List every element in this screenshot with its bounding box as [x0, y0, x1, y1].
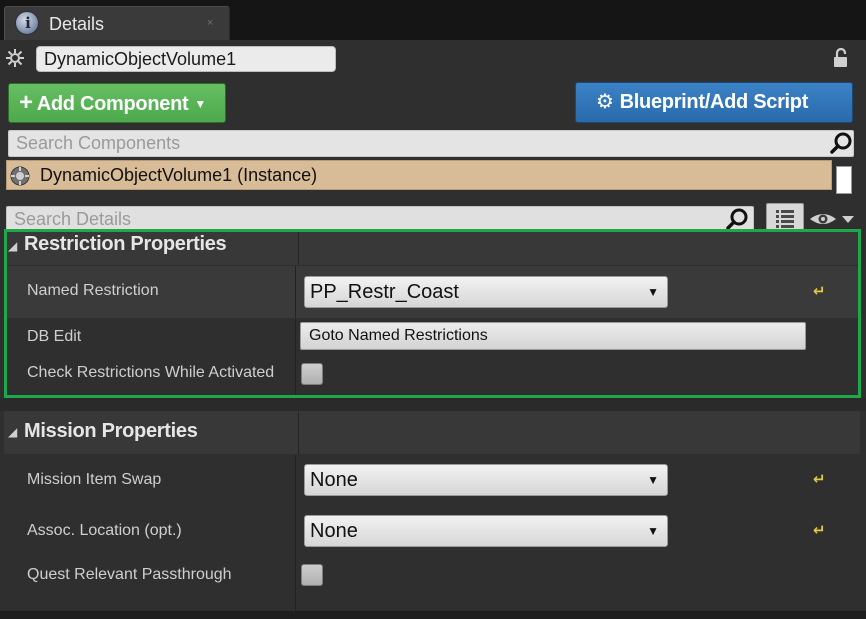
property-label: Assoc. Location (opt.): [27, 522, 182, 539]
assoc-location-dropdown[interactable]: None ▼: [304, 515, 668, 547]
chevron-down-icon: ▼: [647, 285, 659, 299]
instance-label: DynamicObjectVolume1 (Instance): [40, 165, 318, 185]
reset-to-default-icon[interactable]: ↵: [813, 470, 826, 488]
reset-to-default-icon[interactable]: ↵: [813, 282, 826, 300]
search-components-input[interactable]: Search Components: [8, 130, 854, 157]
property-label: Mission Item Swap: [27, 471, 162, 488]
dropdown-value: PP_Restr_Coast: [310, 281, 459, 303]
chevron-down-icon: ▼: [647, 473, 659, 487]
reset-to-default-icon[interactable]: ↵: [813, 521, 826, 539]
actor-icon: [6, 49, 24, 67]
dropdown-value: None: [310, 469, 358, 491]
property-label: Quest Relevant Passthrough: [27, 566, 232, 583]
category-title: Mission Properties: [24, 420, 198, 442]
collapse-arrow-icon[interactable]: ◢: [8, 425, 17, 439]
add-component-button[interactable]: + Add Component ▼: [8, 83, 226, 123]
tab-details[interactable]: i Details ×: [4, 6, 230, 40]
component-instance-row[interactable]: DynamicObjectVolume1 (Instance): [6, 160, 832, 190]
eye-icon[interactable]: [808, 207, 858, 231]
actor-name-field[interactable]: DynamicObjectVolume1: [36, 46, 336, 72]
actor-icon: [10, 166, 30, 186]
quest-relevant-checkbox[interactable]: [301, 564, 323, 586]
info-icon: i: [15, 11, 39, 35]
gear-icon: ⚙: [596, 91, 614, 113]
property-label: Check Restrictions While Activated: [27, 364, 275, 381]
property-label: DB Edit: [27, 328, 82, 345]
search-icon[interactable]: [829, 130, 855, 156]
check-restrictions-checkbox[interactable]: [301, 363, 323, 385]
blueprint-add-script-button[interactable]: ⚙ Blueprint/Add Script: [575, 82, 853, 123]
named-restriction-dropdown[interactable]: PP_Restr_Coast ▼: [304, 276, 668, 308]
chevron-down-icon: ▼: [647, 524, 659, 538]
list-view-icon: [776, 210, 794, 228]
tab-title: Details: [49, 14, 105, 34]
goto-named-restrictions-button[interactable]: Goto Named Restrictions: [300, 322, 806, 350]
plus-icon: +: [19, 89, 33, 116]
components-scrollbar[interactable]: [836, 166, 852, 194]
category-title: Restriction Properties: [24, 233, 227, 255]
category-header-mission[interactable]: ◢ Mission Properties: [4, 411, 860, 454]
collapse-arrow-icon[interactable]: ◢: [8, 239, 17, 253]
chevron-down-icon: ▼: [194, 97, 206, 111]
dropdown-value: None: [310, 520, 358, 542]
property-label: Named Restriction: [27, 282, 159, 299]
blueprint-label: Blueprint/Add Script: [619, 91, 809, 113]
category-header-restriction[interactable]: ◢ Restriction Properties: [4, 229, 860, 265]
mission-item-swap-dropdown[interactable]: None ▼: [304, 464, 668, 496]
lock-icon[interactable]: [830, 47, 852, 69]
tab-close-button[interactable]: ×: [207, 17, 213, 29]
add-component-label: Add Component: [36, 93, 189, 115]
